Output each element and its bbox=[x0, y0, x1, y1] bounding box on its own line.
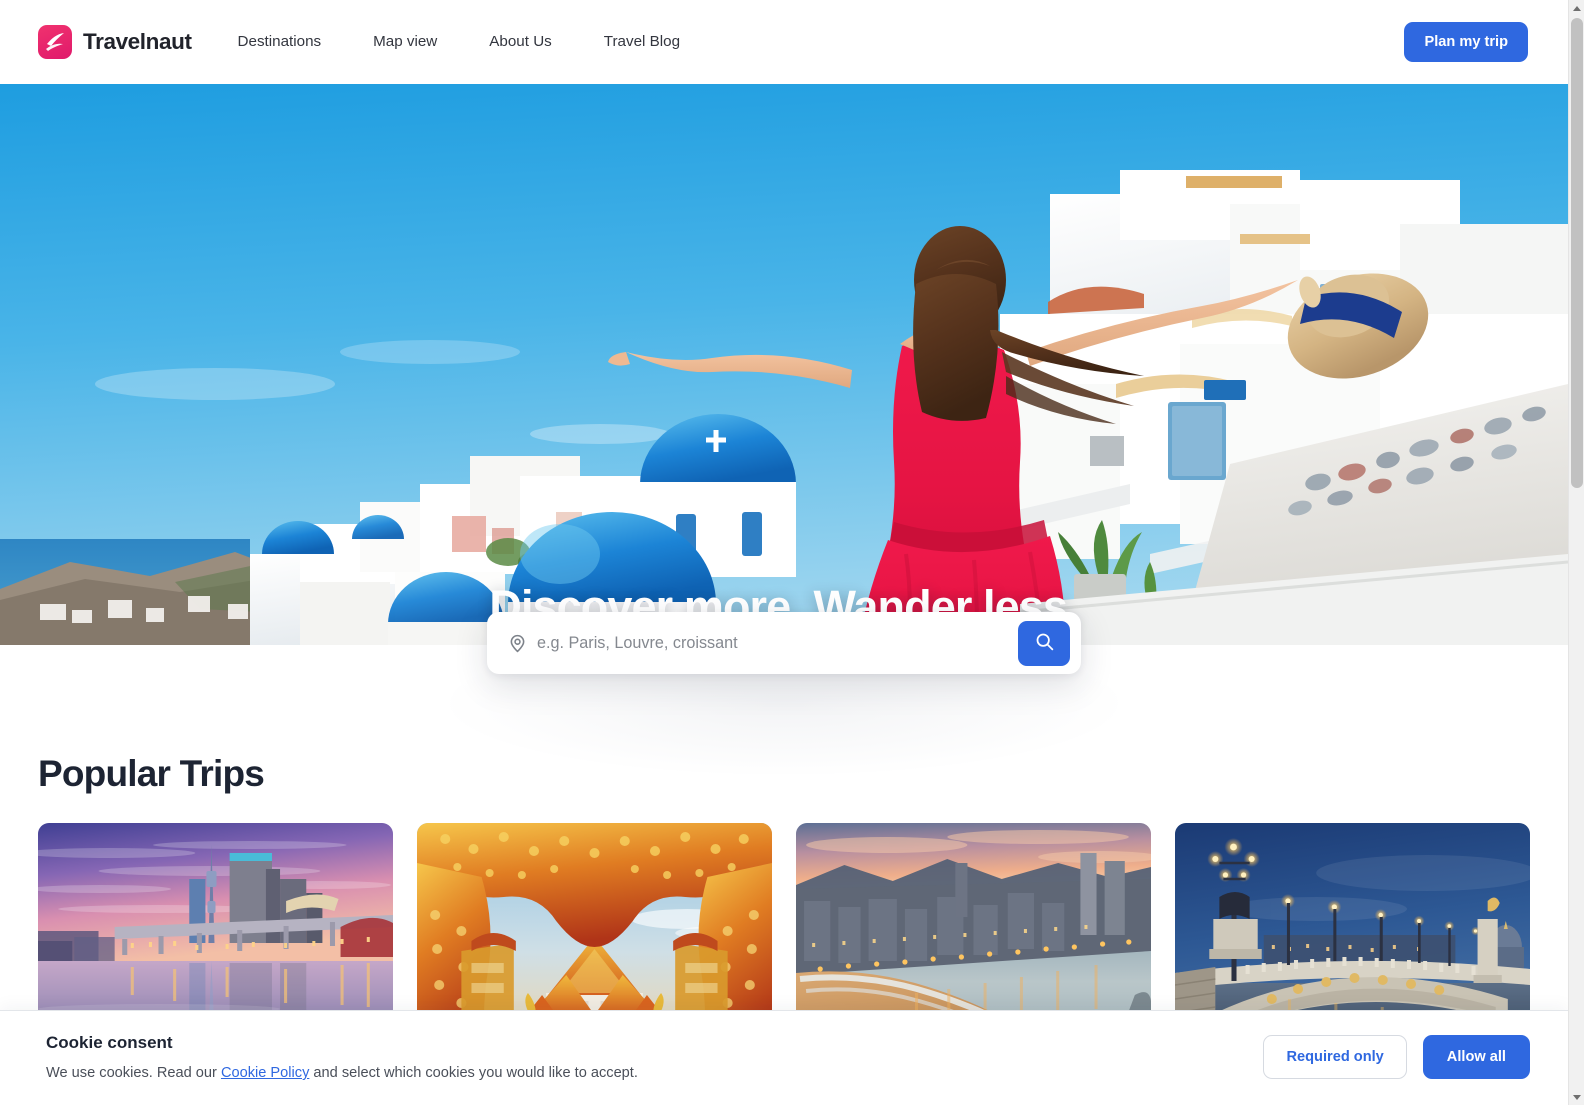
page-scrollbar[interactable] bbox=[1568, 0, 1584, 1105]
search-icon bbox=[1034, 631, 1055, 655]
popular-trips-section: Popular Trips bbox=[0, 645, 1568, 1058]
required-only-button[interactable]: Required only bbox=[1263, 1035, 1407, 1079]
travelnaut-logo-icon bbox=[38, 25, 72, 59]
scroll-up-arrow-icon[interactable] bbox=[1569, 0, 1584, 16]
nav-link-travel-blog[interactable]: Travel Blog bbox=[604, 23, 680, 60]
nav-link-map-view[interactable]: Map view bbox=[373, 23, 437, 60]
cookie-body-after: and select which cookies you would like … bbox=[309, 1065, 638, 1081]
cookie-consent-body: We use cookies. Read our Cookie Policy a… bbox=[46, 1065, 1263, 1081]
plan-my-trip-button[interactable]: Plan my trip bbox=[1404, 22, 1528, 62]
search-bar bbox=[487, 612, 1081, 674]
scroll-down-arrow-icon[interactable] bbox=[1569, 1089, 1584, 1105]
cookie-consent-title: Cookie consent bbox=[46, 1033, 173, 1052]
nav-link-destinations[interactable]: Destinations bbox=[238, 23, 322, 60]
main-nav: Destinations Map view About Us Travel Bl… bbox=[238, 33, 706, 51]
cookie-text-block: Cookie consent We use cookies. Read our … bbox=[46, 1033, 1263, 1081]
scrollbar-thumb[interactable] bbox=[1571, 18, 1583, 488]
cookie-consent-banner: Cookie consent We use cookies. Read our … bbox=[0, 1010, 1568, 1105]
site-header: Travelnaut Destinations Map view About U… bbox=[0, 0, 1568, 84]
search-submit-button[interactable] bbox=[1018, 620, 1070, 666]
search-input[interactable] bbox=[537, 612, 1018, 674]
hero-search bbox=[487, 612, 1081, 674]
cookie-body-before: We use cookies. Read our bbox=[46, 1065, 221, 1081]
page-root: Travelnaut Destinations Map view About U… bbox=[0, 0, 1568, 1105]
page-title: Popular Trips bbox=[38, 753, 265, 794]
brand-logo[interactable]: Travelnaut bbox=[38, 25, 192, 59]
cookie-actions: Required only Allow all bbox=[1263, 1035, 1530, 1079]
brand-name: Travelnaut bbox=[83, 29, 192, 54]
nav-link-about-us[interactable]: About Us bbox=[489, 23, 551, 60]
hero-banner: Discover more. Wander less. bbox=[0, 84, 1568, 645]
location-pin-icon bbox=[507, 633, 528, 654]
hero-image-santorini bbox=[0, 84, 1568, 645]
cookie-policy-link[interactable]: Cookie Policy bbox=[221, 1065, 309, 1081]
allow-all-button[interactable]: Allow all bbox=[1422, 1035, 1530, 1079]
